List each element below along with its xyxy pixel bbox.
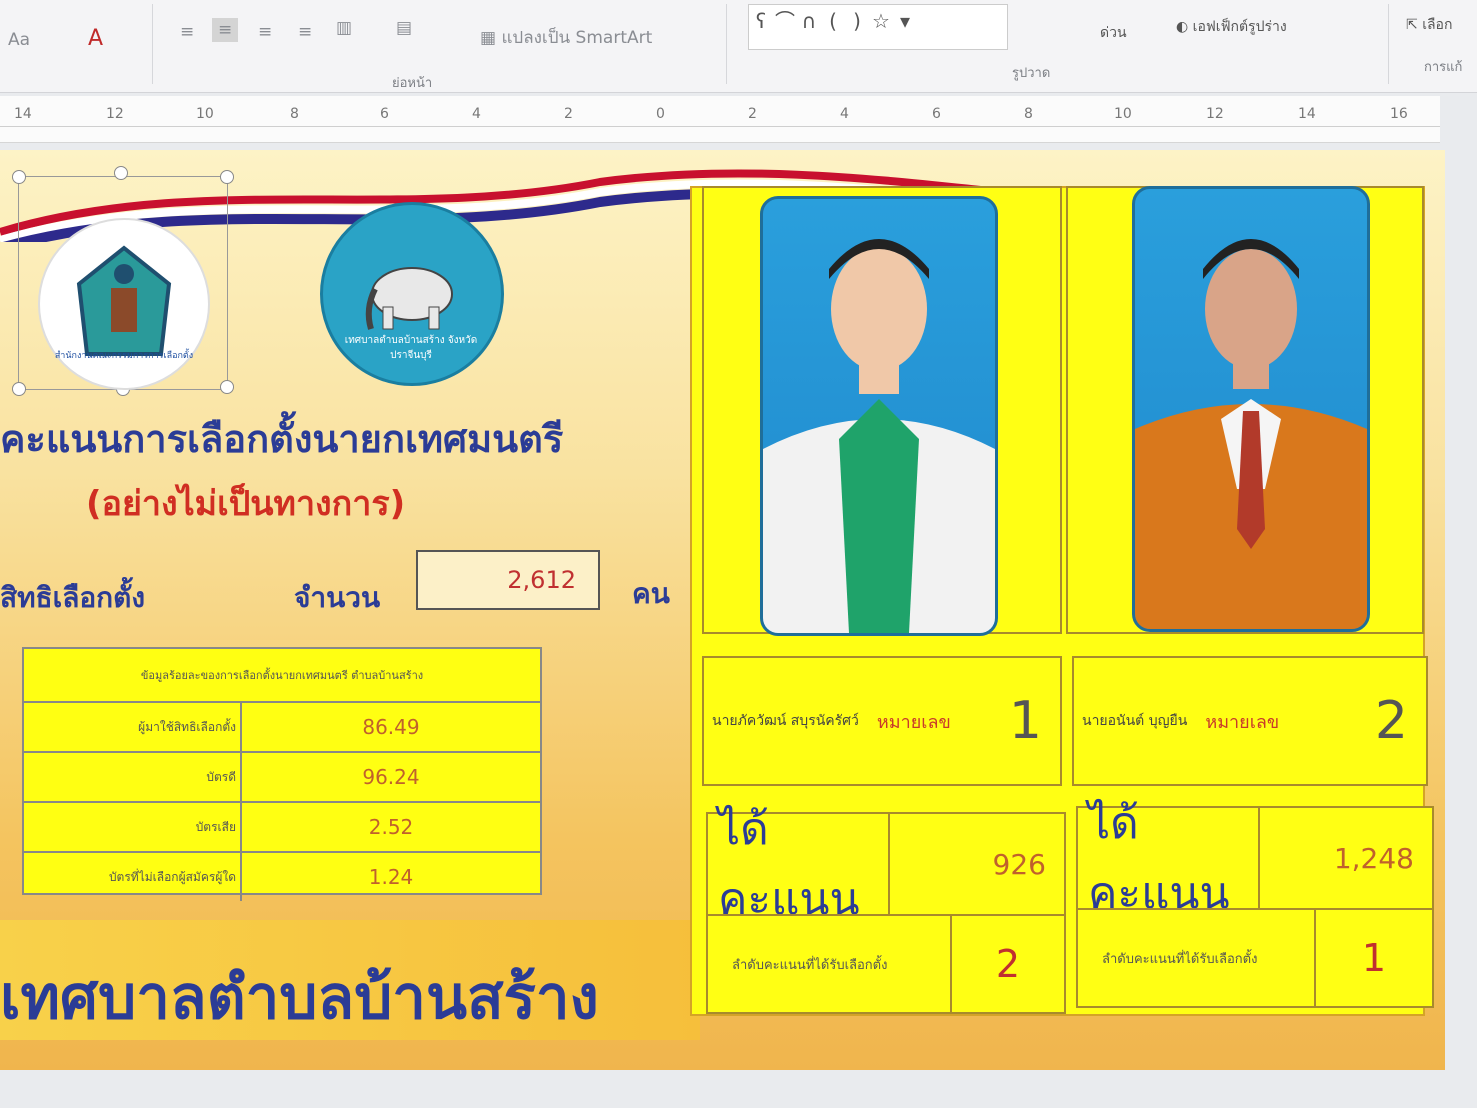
justify-icon[interactable]: ≡ xyxy=(298,22,312,42)
arrange-button[interactable]: ด่วน xyxy=(1100,22,1127,44)
shapes-gallery[interactable]: ʕ ⌒ ∩() ☆ ▾ xyxy=(748,4,1008,50)
font-color-button[interactable]: A xyxy=(88,26,103,51)
edit-group-label: การแก้ xyxy=(1424,60,1463,75)
ribbon-separator xyxy=(152,4,153,84)
ruler-tick: 6 xyxy=(932,106,941,122)
candidate-2-name-cell: นายอนันต์ บุญยืน หมายเลข 2 xyxy=(1072,656,1428,786)
change-case-button[interactable]: Aa xyxy=(8,30,30,50)
ruler-tick: 6 xyxy=(380,106,389,122)
smartart-button[interactable]: ▦ แปลงเป็น SmartArt xyxy=(480,24,652,51)
left-paren-shape-icon[interactable]: ( xyxy=(821,9,845,33)
candidate-2-rank-label: ลำดับคะแนนที่ได้รับเลือกตั้ง xyxy=(1076,908,1316,1008)
candidate-1-name-cell: นายภัควัฒน์ สบุรนัครัศว์ หมายเลข 1 xyxy=(702,656,1062,786)
ruler-tick: 8 xyxy=(1024,106,1033,122)
horizontal-ruler[interactable]: 14 12 10 8 6 4 2 0 2 4 6 8 10 12 14 16 xyxy=(0,96,1440,143)
resize-handle[interactable] xyxy=(114,166,128,180)
align-left-icon[interactable]: ≡ xyxy=(180,22,194,42)
candidate-1-number-label: หมายเลข xyxy=(876,711,951,733)
smartart-label: แปลงเป็น SmartArt xyxy=(501,28,653,48)
ruler-tick: 10 xyxy=(1114,106,1132,122)
ruler-tick: 4 xyxy=(840,106,849,122)
wave-shape-icon[interactable]: ∩ xyxy=(797,9,821,33)
star-shape-icon[interactable]: ☆ xyxy=(869,9,893,33)
ruler-tick: 2 xyxy=(564,106,573,122)
candidates-area: นายภัควัฒน์ สบุรนัครัศว์ หมายเลข 1 ได้คะ… xyxy=(0,186,1434,1016)
candidate-2-portrait-icon xyxy=(1135,239,1367,629)
right-paren-shape-icon[interactable]: ) xyxy=(845,9,869,33)
align-right-icon[interactable]: ≡ xyxy=(258,22,272,42)
candidate-1-portrait-icon xyxy=(763,239,995,633)
align-center-icon[interactable]: ≡ xyxy=(212,18,239,42)
ruler-tick: 2 xyxy=(748,106,757,122)
shape-effects-icon: ◐ xyxy=(1176,19,1193,35)
resize-handle[interactable] xyxy=(220,170,234,184)
shape-effects-label: เอฟเฟ็กต์รูปร่าง xyxy=(1192,19,1287,35)
candidate-2-rank: 1 xyxy=(1314,908,1434,1008)
ruler-tick: 0 xyxy=(656,106,665,122)
arc-shape-icon[interactable]: ⌒ xyxy=(773,5,797,34)
cursor-icon: ⇱ xyxy=(1406,17,1423,33)
candidate-1-rank: 2 xyxy=(950,914,1066,1014)
ruler-tick: 4 xyxy=(472,106,481,122)
ruler-tick: 16 xyxy=(1390,106,1408,122)
select-label: เลือก xyxy=(1422,17,1453,33)
candidate-2-photo xyxy=(1132,186,1370,632)
ruler-tick: 8 xyxy=(290,106,299,122)
candidate-2-votes: 1,248 xyxy=(1258,806,1434,910)
candidate-1-photo xyxy=(760,196,998,636)
ruler-baseline xyxy=(0,126,1440,127)
curve-shape-icon[interactable]: ʕ xyxy=(749,9,773,33)
gallery-more-icon[interactable]: ▾ xyxy=(893,9,917,33)
ruler-tick: 12 xyxy=(106,106,124,122)
smartart-icon: ▦ xyxy=(480,28,502,48)
candidate-1-number: 1 xyxy=(1008,691,1042,751)
shape-effects-button[interactable]: ◐ เอฟเฟ็กต์รูปร่าง xyxy=(1176,16,1287,38)
candidate-2-number-label: หมายเลข xyxy=(1205,711,1280,733)
select-button[interactable]: ⇱ เลือก xyxy=(1406,14,1452,36)
slide-canvas[interactable]: สำนักงานคณะกรรมการการเลือกตั้ง เทศบาลตำบ… xyxy=(0,150,1445,1070)
ribbon-separator xyxy=(1388,4,1389,84)
columns-icon[interactable]: ▥ xyxy=(336,18,352,38)
resize-handle[interactable] xyxy=(12,170,26,184)
candidate-1-rank-label: ลำดับคะแนนที่ได้รับเลือกตั้ง xyxy=(706,914,952,1014)
candidate-2-name: นายอนันต์ บุญยืน xyxy=(1082,713,1188,729)
text-direction-icon[interactable]: ▤ xyxy=(396,18,412,38)
drawing-group-label: รูปวาด xyxy=(1012,66,1051,81)
ruler-tick: 14 xyxy=(14,106,32,122)
ruler-tick: 12 xyxy=(1206,106,1224,122)
candidate-2-number: 2 xyxy=(1374,691,1408,751)
candidate-1-votes: 926 xyxy=(888,812,1066,916)
ruler-tick: 10 xyxy=(196,106,214,122)
ribbon-separator xyxy=(726,4,727,84)
candidate-1-name: นายภัควัฒน์ สบุรนัครัศว์ xyxy=(712,713,859,729)
candidate-2-votes-label: ได้คะแนน xyxy=(1076,798,1260,919)
candidate-1-votes-label: ได้คะแนน xyxy=(706,804,890,925)
ruler-tick: 14 xyxy=(1298,106,1316,122)
ribbon-toolbar: Aa A ≡ ≡ ≡ ≡ ▥ ▤ ▦ แปลงเป็น SmartArt ย่อ… xyxy=(0,0,1477,93)
paragraph-group-label: ย่อหน้า xyxy=(392,76,433,91)
